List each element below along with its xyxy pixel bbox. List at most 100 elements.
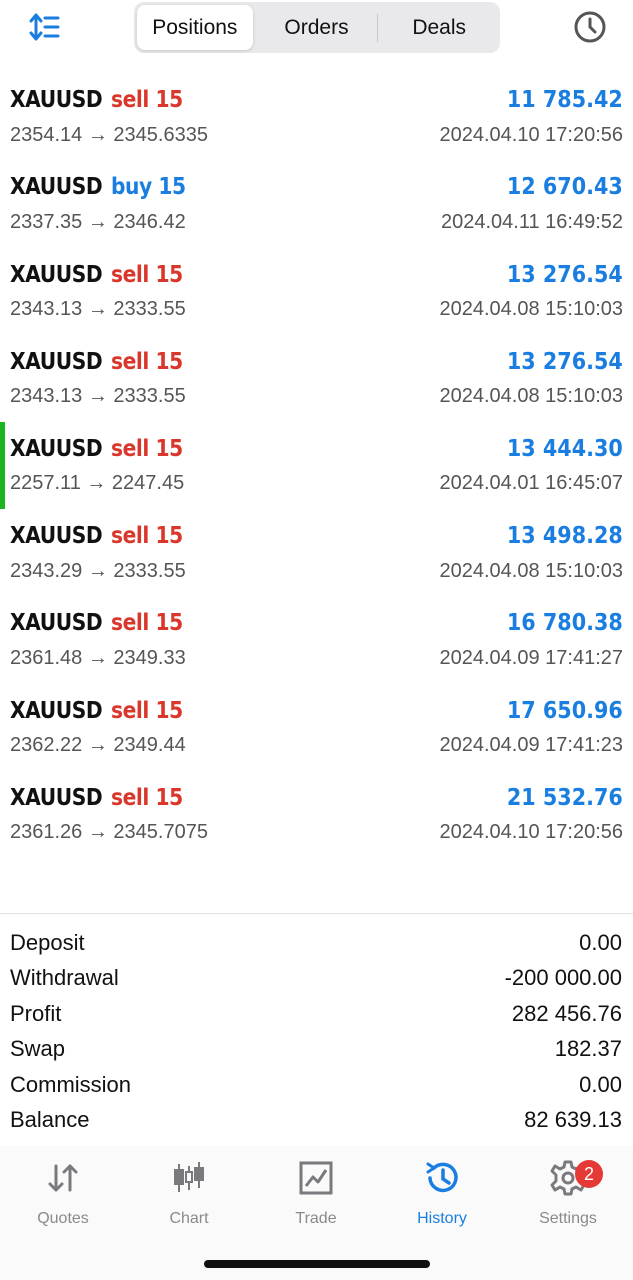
deal-title: XAUUSD sell 15 (10, 698, 193, 724)
deal-profit: 12 670.43 (507, 174, 623, 201)
deal-profit: 21 532.76 (507, 784, 623, 811)
deal-time: 2024.04.09 17:41:27 (439, 646, 623, 669)
deal-profit: 13 444.30 (507, 435, 623, 462)
tab-label: Settings (539, 1210, 597, 1227)
deal-prices: 2361.48 → 2349.33 (10, 646, 186, 669)
deal-row-bottom: 2343.13 → 2333.55 2024.04.08 15:10:03 (10, 297, 623, 323)
deal-profit: 13 276.54 (507, 261, 623, 288)
deal-row[interactable]: XAUUSD sell 15 16 780.38 2361.48 → 2349.33… (0, 596, 633, 683)
deal-prices: 2354.14 → 2345.6335 (10, 123, 208, 146)
deal-symbol: XAUUSD (10, 174, 103, 201)
trade-chart-icon (299, 1161, 333, 1195)
deal-title: XAUUSD buy 15 (10, 174, 196, 200)
summary-row-balance: Balance 82 639.13 (10, 1103, 622, 1139)
selected-row-indicator (0, 421, 5, 510)
deal-title: XAUUSD sell 15 (10, 523, 193, 549)
deal-profit: 13 498.28 (507, 523, 623, 550)
top-bar: Positions Orders Deals (0, 0, 633, 56)
deal-time: 2024.04.08 15:10:03 (439, 385, 623, 408)
quotes-arrows-icon (48, 1164, 78, 1192)
summary-value: 82 639.13 (524, 1107, 622, 1133)
notification-badge: 2 (575, 1160, 603, 1188)
deal-time: 2024.04.01 16:45:07 (439, 472, 623, 495)
deal-side: buy 15 (111, 174, 186, 201)
summary-label: Balance (10, 1107, 90, 1133)
deal-prices: 2255.43 → 2247.55 (10, 56, 186, 60)
tab-history[interactable]: History (379, 1156, 505, 1236)
deal-row-top: XAUUSD sell 15 13 498.28 (10, 521, 623, 551)
deal-side: sell 15 (111, 348, 184, 375)
clock-icon[interactable] (573, 10, 607, 44)
segmented-control: Positions Orders Deals (134, 2, 500, 53)
deal-title: XAUUSD sell 15 (10, 785, 193, 811)
summary-label: Withdrawal (10, 965, 119, 991)
summary-row-deposit: Deposit 0.00 (10, 925, 622, 961)
deal-side: sell 15 (111, 697, 184, 724)
tab-settings[interactable]: 2 Settings (505, 1156, 631, 1236)
tab-trade[interactable]: Trade (253, 1156, 379, 1236)
deal-row-top: XAUUSD sell 15 13 444.30 (10, 434, 623, 464)
deal-symbol: XAUUSD (10, 697, 103, 724)
summary-value: -200 000.00 (504, 965, 622, 991)
summary-panel: Deposit 0.00 Withdrawal -200 000.00 Profit 28… (0, 913, 633, 1147)
summary-value: 0.00 (579, 929, 622, 955)
sort-arrows-icon[interactable] (28, 10, 62, 44)
tab-deals[interactable]: Deals (381, 5, 497, 50)
deal-row[interactable]: XAUUSD sell 15 13 444.30 2257.11 → 2247.45… (0, 421, 633, 510)
deal-row-top: XAUUSD sell 15 21 532.76 (10, 783, 623, 813)
tab-orders[interactable]: Orders (259, 5, 375, 50)
deal-row-bottom: 2361.48 → 2349.33 2024.04.09 17:41:27 (10, 645, 623, 671)
tab-quotes[interactable]: Quotes (0, 1156, 126, 1236)
deal-profit: 17 650.96 (507, 697, 623, 724)
deal-symbol: XAUUSD (10, 610, 103, 637)
tab-label: Quotes (37, 1210, 89, 1227)
deals-list[interactable]: XAUUSD sell 1510 967.292255.43 → 2247.55… (0, 56, 633, 912)
summary-label: Profit (10, 1000, 62, 1026)
deal-prices: 2343.13 → 2333.55 (10, 385, 186, 408)
deal-row[interactable]: XAUUSD sell 15 17 650.96 2362.22 → 2349.44… (0, 684, 633, 771)
summary-label: Swap (10, 1036, 66, 1062)
deal-row[interactable]: XAUUSD sell 15 13 276.54 2343.13 → 2333.55… (0, 248, 633, 335)
candlestick-icon (174, 1162, 204, 1192)
tab-positions[interactable]: Positions (137, 5, 253, 50)
deal-row-bottom: 2337.35 → 2346.42 2024.04.11 16:49:52 (10, 209, 623, 235)
deal-side: sell 15 (111, 610, 184, 637)
deal-row-bottom: 2343.29 → 2333.55 2024.04.08 15:10:03 (10, 558, 623, 584)
tab-chart[interactable]: Chart (126, 1156, 252, 1236)
deal-prices: 2257.11 → 2247.45 (10, 472, 185, 495)
deal-symbol: XAUUSD (10, 784, 103, 811)
deal-time: 2024.04.10 17:20:56 (439, 123, 623, 146)
summary-row-commission: Commission 0.00 (10, 1067, 622, 1103)
deal-row-top: XAUUSD sell 15 16 780.38 (10, 608, 623, 638)
tab-label: Chart (169, 1210, 209, 1227)
deal-row[interactable]: XAUUSD sell 15 13 498.28 2343.29 → 2333.55… (0, 509, 633, 596)
deal-time: 2024.04.01 16:45:37 (439, 56, 623, 60)
deal-side: sell 15 (111, 87, 184, 114)
summary-value: 282 456.76 (511, 1000, 622, 1026)
deal-symbol: XAUUSD (10, 87, 103, 114)
deal-row[interactable]: XAUUSD sell 15 11 785.42 2354.14 → 2345.63… (0, 73, 633, 160)
deal-title: XAUUSD sell 15 (10, 87, 193, 113)
deals-rows: XAUUSD sell 1510 967.292255.43 → 2247.55… (0, 56, 633, 858)
deal-time: 2024.04.09 17:41:23 (439, 734, 623, 756)
deal-row[interactable]: XAUUSD sell 1510 967.292255.43 → 2247.55… (0, 56, 633, 73)
summary-row-withdrawal: Withdrawal -200 000.00 (10, 961, 622, 997)
deal-row-bottom: 2255.43 → 2247.55 2024.04.01 16:45:37 (10, 56, 623, 61)
tab-label: Trade (295, 1210, 337, 1227)
deal-symbol: XAUUSD (10, 435, 103, 462)
summary-value: 182.37 (554, 1036, 622, 1062)
deal-prices: 2343.29 → 2333.55 (10, 559, 186, 582)
deal-symbol: XAUUSD (10, 261, 103, 288)
history-clock-icon (426, 1162, 458, 1193)
deal-time: 2024.04.08 15:10:03 (439, 298, 623, 321)
deal-row[interactable]: XAUUSD sell 15 21 532.76 2361.26 → 2345.70… (0, 771, 633, 858)
deal-row-top: XAUUSD buy 15 12 670.43 (10, 172, 623, 202)
deal-row-top: XAUUSD sell 15 13 276.54 (10, 347, 623, 377)
deal-symbol: XAUUSD (10, 348, 103, 375)
deal-profit: 13 276.54 (507, 348, 623, 375)
deal-row-bottom: 2354.14 → 2345.6335 2024.04.10 17:20:56 (10, 122, 623, 148)
deal-title: XAUUSD sell 15 (10, 349, 193, 375)
deal-row[interactable]: XAUUSD buy 15 12 670.43 2337.35 → 2346.42 2… (0, 160, 633, 247)
deal-row[interactable]: XAUUSD sell 15 13 276.54 2343.13 → 2333.55… (0, 335, 633, 422)
deal-side: sell 15 (111, 523, 184, 550)
